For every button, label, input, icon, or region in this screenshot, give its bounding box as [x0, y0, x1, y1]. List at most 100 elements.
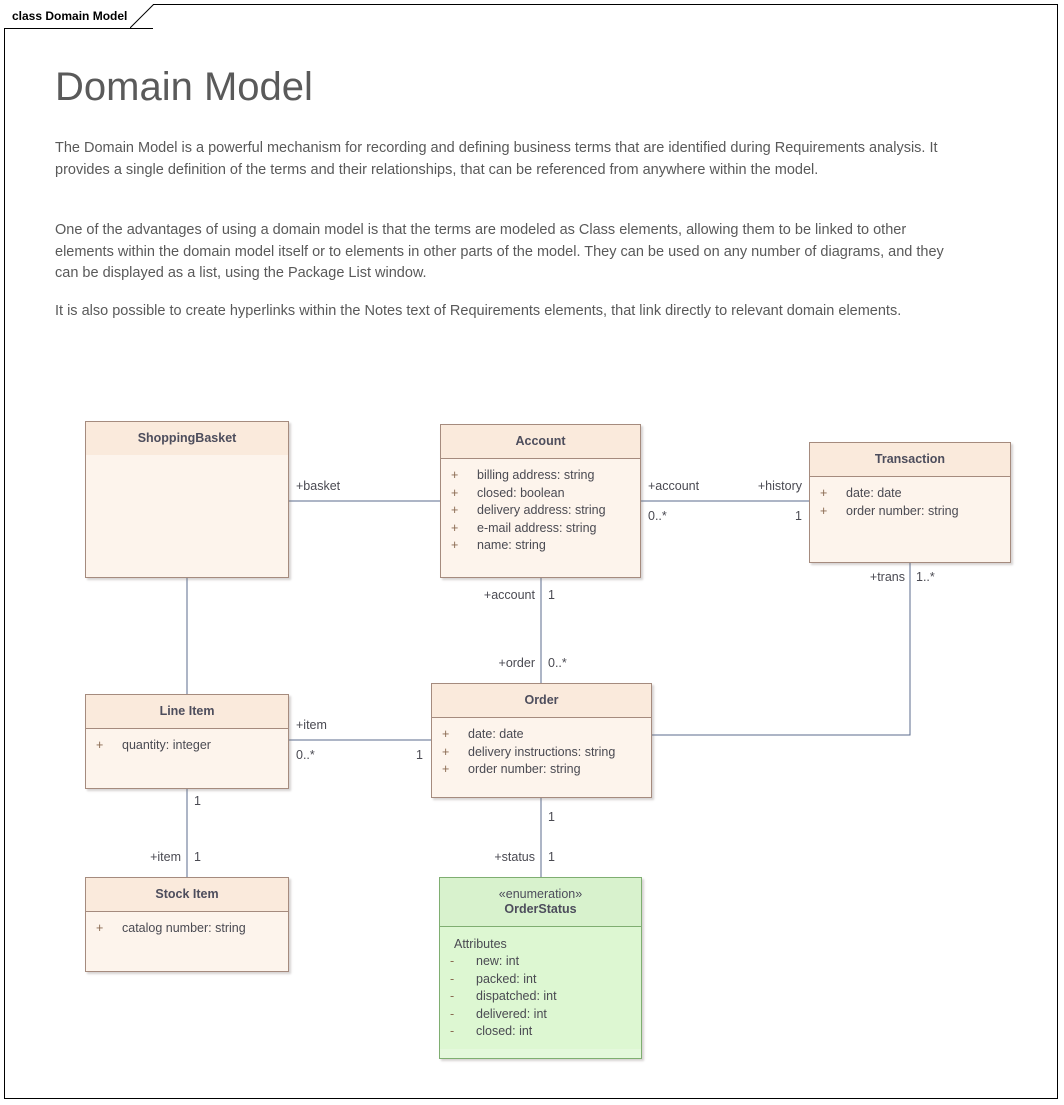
attribute-text: date: date [468, 727, 524, 741]
frame-tab-slant-icon [130, 4, 155, 28]
attribute-text: new: int [476, 954, 520, 968]
class-order-attributes: + date: date + delivery instructions: st… [432, 718, 651, 787]
label-order-orderstatus-target-role: +status [494, 850, 535, 864]
attribute-row: + order number: string [442, 761, 645, 779]
diagram-frame-label: class Domain Model [12, 9, 128, 23]
label-basket-role: +basket [296, 479, 341, 493]
class-transaction[interactable]: Transaction + date: date + order number:… [809, 442, 1011, 563]
class-order-name: Order [432, 684, 651, 718]
attribute-text: order number: string [468, 762, 581, 776]
attribute-visibility: - [450, 1024, 455, 1038]
attribute-row: + quantity: integer [96, 737, 282, 755]
class-transaction-name: Transaction [810, 443, 1010, 477]
attribute-row: + order number: string [820, 503, 1004, 521]
uml-diagram-canvas: ShoppingBasket Account + billing address… [0, 0, 1064, 1105]
attribute-visibility: - [450, 954, 455, 968]
attribute-visibility: + [820, 503, 828, 518]
attribute-row: - new: int [450, 953, 635, 971]
attribute-text: delivered: int [476, 1006, 547, 1021]
attribute-visibility: + [451, 503, 459, 517]
attribute-text: name: string [477, 538, 546, 552]
diagram-page: class Domain Model Domain Model The Doma… [0, 0, 1064, 1105]
attribute-visibility: + [451, 520, 459, 535]
attribute-row: - delivered: int [450, 1006, 635, 1024]
attribute-visibility: + [96, 738, 104, 752]
attribute-row: + name: string [451, 537, 634, 555]
connector-transaction-order [651, 563, 911, 736]
attribute-text: closed: boolean [477, 485, 565, 500]
attribute-visibility: + [442, 727, 450, 741]
label-account-transaction-target-role: +history [757, 479, 802, 493]
class-shoppingbasket[interactable]: ShoppingBasket [85, 421, 289, 578]
attribute-row: + delivery address: string [451, 502, 634, 520]
attribute-text: delivery instructions: string [468, 744, 616, 759]
attribute-text: delivery address: string [477, 503, 606, 517]
attribute-text: packed: int [476, 971, 537, 986]
class-lineitem-name: Line Item [86, 695, 288, 729]
attribute-text: billing address: string [477, 468, 595, 482]
label-order-orderstatus-target-mult: 1 [548, 850, 555, 864]
label-account-transaction-target-mult: 1 [795, 509, 802, 523]
label-account-order-target-mult: 0..* [548, 656, 567, 670]
attribute-row: + billing address: string [451, 467, 634, 485]
attribute-visibility: - [450, 1006, 455, 1021]
class-lineitem-attributes: + quantity: integer [86, 729, 288, 763]
attributes-section-label: Attributes [454, 937, 507, 951]
attribute-visibility: + [96, 921, 104, 935]
attribute-row: + closed: boolean [451, 485, 634, 503]
label-account-transaction-source-mult: 0..* [648, 509, 667, 523]
label-account-transaction-source-role: +account [648, 479, 700, 493]
enumeration-orderstatus-attributes: Attributes - new: int - packed: int - di… [440, 927, 641, 1049]
class-shoppingbasket-name: ShoppingBasket [86, 422, 288, 455]
attribute-text: dispatched: int [476, 989, 557, 1003]
attribute-visibility: + [820, 486, 828, 500]
label-account-order-target-role: +order [498, 656, 535, 670]
enumeration-orderstatus-name: OrderStatus [504, 902, 577, 916]
enumeration-stereotype: «enumeration» [498, 887, 583, 901]
class-stockitem[interactable]: Stock Item + catalog number: string [85, 877, 289, 972]
attribute-row: + date: date [820, 485, 1004, 503]
attribute-visibility: + [451, 485, 459, 500]
label-account-order-source-mult: 1 [548, 588, 555, 602]
attribute-visibility: + [442, 762, 450, 776]
label-lineitem-order-source-mult: 0..* [296, 748, 315, 762]
label-lineitem-stockitem-target-mult: 1 [194, 850, 201, 864]
enumeration-orderstatus[interactable]: «enumeration» OrderStatus Attributes - n… [439, 877, 642, 1059]
attribute-visibility: - [450, 989, 455, 1003]
class-account[interactable]: Account + billing address: string + clos… [440, 424, 641, 578]
label-order-orderstatus-source-mult: 1 [548, 810, 555, 824]
attribute-row: - closed: int [450, 1023, 635, 1041]
attribute-visibility: + [451, 468, 459, 482]
attribute-row: - packed: int [450, 971, 635, 989]
attribute-text: quantity: integer [122, 738, 211, 752]
class-stockitem-name: Stock Item [86, 878, 288, 912]
label-account-order-source-role: +account [483, 588, 535, 602]
label-lineitem-stockitem-target-role: +item [150, 850, 181, 864]
attribute-row: + date: date [442, 726, 645, 744]
attribute-text: catalog number: string [122, 921, 246, 935]
attribute-text: order number: string [846, 503, 959, 518]
label-lineitem-order-role: +item [296, 718, 327, 732]
label-lineitem-stockitem-source-mult: 1 [194, 794, 201, 808]
attribute-row: + e-mail address: string [451, 520, 634, 538]
label-lineitem-order-target-mult: 1 [416, 748, 423, 762]
attribute-text: closed: int [476, 1024, 533, 1038]
attribute-visibility: + [442, 744, 450, 759]
class-account-name: Account [441, 425, 640, 459]
label-transaction-order-role: +trans [869, 570, 905, 584]
class-stockitem-attributes: + catalog number: string [86, 912, 288, 946]
class-transaction-attributes: + date: date + order number: string [810, 477, 1010, 528]
diagram-frame-tab: class Domain Model [4, 4, 155, 29]
class-lineitem[interactable]: Line Item + quantity: integer [85, 694, 289, 789]
attribute-text: e-mail address: string [477, 520, 597, 535]
attribute-row: + delivery instructions: string [442, 744, 645, 762]
attribute-row: - dispatched: int [450, 988, 635, 1006]
enumeration-orderstatus-header: «enumeration» OrderStatus [440, 878, 641, 927]
label-transaction-order-mult: 1..* [916, 570, 935, 584]
class-account-attributes: + billing address: string + closed: bool… [441, 459, 640, 563]
attribute-text: date: date [846, 486, 902, 500]
attribute-visibility: + [451, 538, 459, 552]
class-order[interactable]: Order + date: date + delivery instructio… [431, 683, 652, 798]
attribute-visibility: - [450, 971, 455, 986]
attribute-row: + catalog number: string [96, 920, 282, 938]
